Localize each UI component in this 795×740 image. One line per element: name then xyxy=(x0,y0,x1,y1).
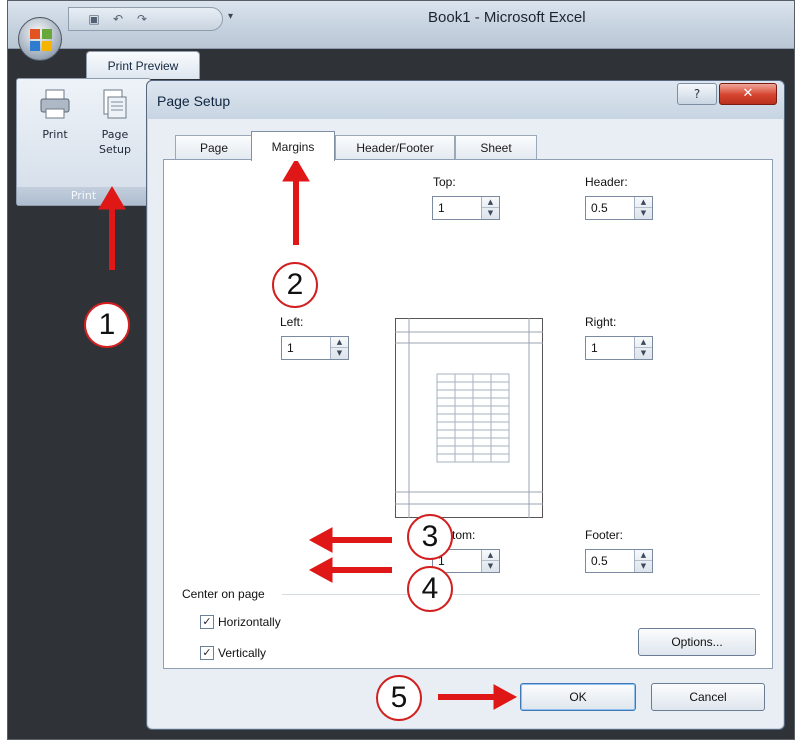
top-margin-value: 1 xyxy=(438,201,445,215)
header-margin-value: 0.5 xyxy=(591,201,608,215)
redo-icon[interactable]: ↷ xyxy=(133,12,151,26)
tab-sheet[interactable]: Sheet xyxy=(455,135,537,159)
header-label: Header: xyxy=(585,175,628,189)
left-spinner-arrows: ▲ ▼ xyxy=(330,337,348,359)
vertically-checkbox[interactable]: ✓ xyxy=(200,646,214,660)
tab-print-preview[interactable]: Print Preview xyxy=(86,51,200,79)
footer-down-arrow-icon[interactable]: ▼ xyxy=(635,561,652,572)
title-bar: ▣ ↶ ↷ ▾ Book1 - Microsoft Excel xyxy=(8,1,794,49)
ok-button[interactable]: OK xyxy=(520,683,636,711)
print-command[interactable]: Print xyxy=(27,87,83,177)
tab-margins[interactable]: Margins xyxy=(251,131,335,161)
close-button[interactable]: ✕ xyxy=(719,83,777,105)
header-spinner-arrows: ▲ ▼ xyxy=(634,197,652,219)
right-margin-value: 1 xyxy=(591,341,598,355)
page-preview xyxy=(395,318,543,518)
right-spinner-arrows: ▲ ▼ xyxy=(634,337,652,359)
bottom-spinner-arrows: ▲ ▼ xyxy=(481,550,499,572)
printer-icon xyxy=(40,89,70,119)
print-label: Print xyxy=(42,128,68,141)
tab-page[interactable]: Page xyxy=(175,135,253,159)
undo-icon[interactable]: ↶ xyxy=(109,12,127,26)
right-label: Right: xyxy=(585,315,617,329)
right-down-arrow-icon[interactable]: ▼ xyxy=(635,348,652,359)
left-down-arrow-icon[interactable]: ▼ xyxy=(331,348,348,359)
ribbon-group-label: Print xyxy=(17,187,150,205)
office-logo-icon xyxy=(30,29,52,51)
footer-margin-value: 0.5 xyxy=(591,554,608,568)
dialog-title: Page Setup xyxy=(157,93,231,109)
dialog-title-bar: Page Setup ? ✕ xyxy=(147,81,784,119)
horizontally-label: Horizontally xyxy=(218,615,281,629)
ribbon-print-group: Print Page Setup Print xyxy=(16,78,151,206)
options-button[interactable]: Options... xyxy=(638,628,756,656)
horizontally-checkbox[interactable]: ✓ xyxy=(200,615,214,629)
annotation-badge-1: 1 xyxy=(84,302,130,348)
left-margin-spinner[interactable]: 1 ▲ ▼ xyxy=(281,336,349,360)
margins-panel: Top: 1 ▲ ▼ Header: 0.5 ▲ ▼ Left: 1 ▲ ▼ R… xyxy=(163,159,773,669)
top-margin-spinner[interactable]: 1 ▲ ▼ xyxy=(432,196,500,220)
page-setup-command[interactable]: Page Setup xyxy=(87,87,143,177)
page-setup-label-line2: Setup xyxy=(98,143,132,156)
dialog-tab-strip: Page Margins Header/Footer Sheet xyxy=(163,131,773,161)
bottom-down-arrow-icon[interactable]: ▼ xyxy=(482,561,499,572)
header-margin-spinner[interactable]: 0.5 ▲ ▼ xyxy=(585,196,653,220)
center-on-page-label: Center on page xyxy=(182,587,265,601)
office-button[interactable] xyxy=(18,17,62,61)
footer-spinner-arrows: ▲ ▼ xyxy=(634,550,652,572)
page-setup-dialog: Page Setup ? ✕ Page Margins Header/Foote… xyxy=(146,80,785,730)
tab-header-footer[interactable]: Header/Footer xyxy=(335,135,455,159)
annotation-badge-3: 3 xyxy=(407,514,453,560)
footer-up-arrow-icon[interactable]: ▲ xyxy=(635,550,652,561)
left-label: Left: xyxy=(280,315,304,329)
page-setup-label-line1: Page xyxy=(101,128,129,141)
header-down-arrow-icon[interactable]: ▼ xyxy=(635,208,652,219)
top-spinner-arrows: ▲ ▼ xyxy=(481,197,499,219)
footer-margin-spinner[interactable]: 0.5 ▲ ▼ xyxy=(585,549,653,573)
vertically-label: Vertically xyxy=(218,646,267,660)
footer-label: Footer: xyxy=(585,528,624,542)
annotation-badge-5: 5 xyxy=(376,675,422,721)
top-label: Top: xyxy=(433,175,456,189)
cancel-button[interactable]: Cancel xyxy=(651,683,765,711)
qat-customize-icon[interactable]: ▾ xyxy=(228,11,233,22)
header-up-arrow-icon[interactable]: ▲ xyxy=(635,197,652,208)
vertically-checkbox-row[interactable]: ✓ Vertically xyxy=(200,646,266,660)
quick-access-toolbar: ▣ ↶ ↷ xyxy=(68,7,223,31)
bottom-up-arrow-icon[interactable]: ▲ xyxy=(482,550,499,561)
save-icon[interactable]: ▣ xyxy=(85,12,103,26)
annotation-badge-2: 2 xyxy=(272,262,318,308)
page-setup-icon xyxy=(103,89,127,119)
window-title: Book1 - Microsoft Excel xyxy=(428,9,586,26)
left-margin-value: 1 xyxy=(287,341,294,355)
left-up-arrow-icon[interactable]: ▲ xyxy=(331,337,348,348)
top-down-arrow-icon[interactable]: ▼ xyxy=(482,208,499,219)
right-margin-spinner[interactable]: 1 ▲ ▼ xyxy=(585,336,653,360)
horizontally-checkbox-row[interactable]: ✓ Horizontally xyxy=(200,615,281,629)
right-up-arrow-icon[interactable]: ▲ xyxy=(635,337,652,348)
annotation-badge-4: 4 xyxy=(407,566,453,612)
help-button[interactable]: ? xyxy=(677,83,717,105)
top-up-arrow-icon[interactable]: ▲ xyxy=(482,197,499,208)
section-divider xyxy=(282,594,760,595)
